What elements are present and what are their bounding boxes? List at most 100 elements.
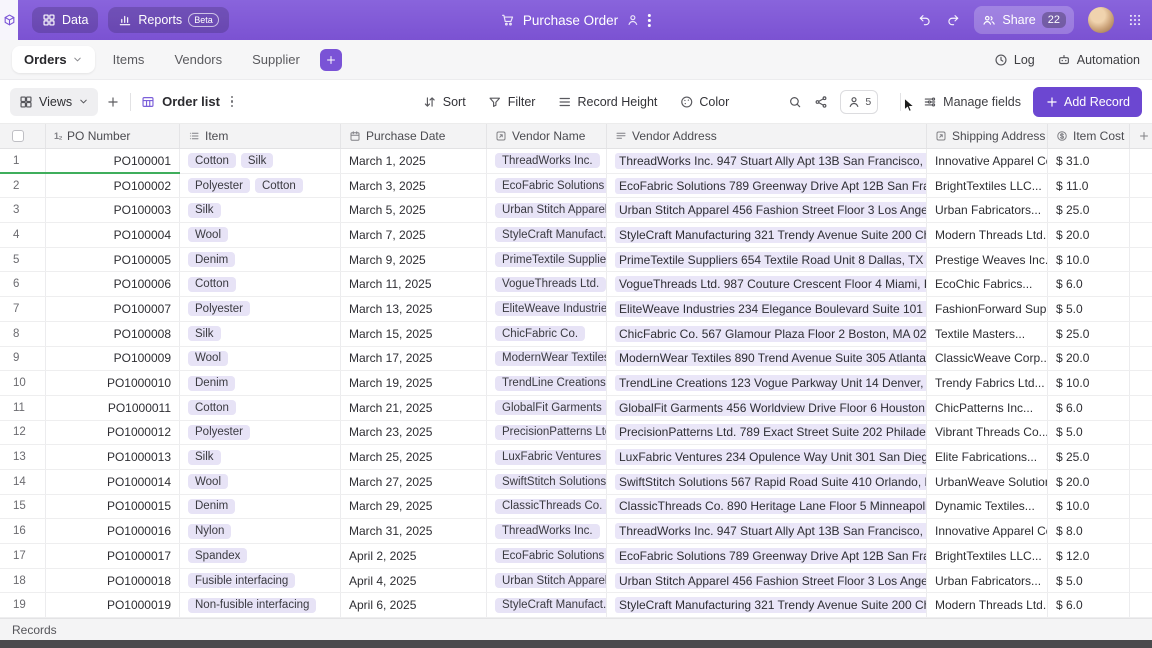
cell-vendor-name[interactable]: TrendLine Creations [487,371,607,395]
row-number[interactable]: 1 [0,149,46,173]
cell-vendor-name[interactable]: PrimeTextile Suppliers [487,248,607,272]
cell-purchase-date[interactable]: April 4, 2025 [341,569,487,593]
cell-item-cost[interactable]: $ 10.0 [1048,248,1130,272]
cell-po-number[interactable]: PO100008 [46,322,180,346]
add-field-button[interactable] [1130,124,1152,148]
user-avatar[interactable] [1088,7,1114,33]
tab-orders[interactable]: Orders [12,46,95,73]
cell-shipping-address[interactable]: Textile Masters... [927,322,1048,346]
cell-vendor-address[interactable]: EliteWeave Industries 234 Elegance Boule… [607,297,927,321]
color-button[interactable]: Color [670,88,738,116]
cell-shipping-address[interactable]: Innovative Apparel Co... [927,149,1048,173]
cell-item-cost[interactable]: $ 25.0 [1048,322,1130,346]
cell-vendor-address[interactable]: ModernWear Textiles 890 Trend Avenue Sui… [607,347,927,371]
cell-vendor-name[interactable]: Urban Stitch Apparel [487,569,607,593]
cell-item[interactable]: Denim [180,248,341,272]
add-view-button[interactable] [106,95,120,109]
cell-vendor-address[interactable]: StyleCraft Manufacturing 321 Trendy Aven… [607,223,927,247]
cell-item[interactable]: PolyesterCotton [180,174,341,198]
cell-vendor-address[interactable]: VogueThreads Ltd. 987 Couture Crescent F… [607,272,927,296]
add-table-button[interactable] [320,49,342,71]
cell-purchase-date[interactable]: March 29, 2025 [341,495,487,519]
cell-po-number[interactable]: PO1000011 [46,396,180,420]
row-number[interactable]: 15 [0,495,46,519]
cell-item-cost[interactable]: $ 25.0 [1048,198,1130,222]
cell-item[interactable]: Fusible interfacing [180,569,341,593]
app-logo[interactable] [0,0,18,40]
column-header-po-number[interactable]: 1₂PO Number [46,124,180,148]
cell-vendor-name[interactable]: EcoFabric Solutions [487,174,607,198]
log-button[interactable]: Log [994,53,1035,67]
cell-vendor-address[interactable]: SwiftStitch Solutions 567 Rapid Road Sui… [607,470,927,494]
cell-shipping-address[interactable]: FashionForward Supply... [927,297,1048,321]
row-number[interactable]: 3 [0,198,46,222]
redo-button[interactable] [946,13,960,27]
cell-vendor-name[interactable]: ModernWear Textiles [487,347,607,371]
cell-po-number[interactable]: PO100006 [46,272,180,296]
cell-item-cost[interactable]: $ 20.0 [1048,470,1130,494]
row-number[interactable]: 6 [0,272,46,296]
cell-vendor-name[interactable]: SwiftStitch Solutions [487,470,607,494]
cell-vendor-address[interactable]: ThreadWorks Inc. 947 Stuart Ally Apt 13B… [607,519,927,543]
cell-vendor-name[interactable]: StyleCraft Manufact... [487,593,607,617]
current-view[interactable]: Order list [141,94,233,109]
cell-item[interactable]: Wool [180,470,341,494]
row-number[interactable]: 16 [0,519,46,543]
row-number[interactable]: 10 [0,371,46,395]
cell-shipping-address[interactable]: Urban Fabricators... [927,198,1048,222]
column-header-item[interactable]: Item [180,124,341,148]
cell-purchase-date[interactable]: March 15, 2025 [341,322,487,346]
row-number[interactable]: 13 [0,445,46,469]
views-button[interactable]: Views [10,88,98,116]
cell-po-number[interactable]: PO1000018 [46,569,180,593]
sort-button[interactable]: Sort [414,88,475,116]
cell-vendor-address[interactable]: StyleCraft Manufacturing 321 Trendy Aven… [607,593,927,617]
cell-item-cost[interactable]: $ 5.0 [1048,569,1130,593]
cell-vendor-name[interactable]: LuxFabric Ventures [487,445,607,469]
cell-item[interactable]: Nylon [180,519,341,543]
cell-vendor-address[interactable]: ThreadWorks Inc. 947 Stuart Ally Apt 13B… [607,149,927,173]
row-number[interactable]: 9 [0,347,46,371]
cell-vendor-address[interactable]: GlobalFit Garments 456 Worldview Drive F… [607,396,927,420]
cell-item[interactable]: Cotton [180,396,341,420]
cell-po-number[interactable]: PO1000014 [46,470,180,494]
cell-purchase-date[interactable]: March 23, 2025 [341,421,487,445]
cell-vendor-address[interactable]: LuxFabric Ventures 234 Opulence Way Unit… [607,445,927,469]
cell-item-cost[interactable]: $ 8.0 [1048,519,1130,543]
search-button[interactable] [788,95,802,109]
cell-purchase-date[interactable]: March 31, 2025 [341,519,487,543]
cell-po-number[interactable]: PO1000017 [46,544,180,568]
cell-item[interactable]: Cotton [180,272,341,296]
cell-purchase-date[interactable]: March 19, 2025 [341,371,487,395]
cell-vendor-name[interactable]: ChicFabric Co. [487,322,607,346]
cell-vendor-name[interactable]: PrecisionPatterns Ltd. [487,421,607,445]
reports-button[interactable]: Reports Beta [108,7,228,33]
cell-vendor-name[interactable]: ClassicThreads Co. [487,495,607,519]
share-view-button[interactable] [814,95,828,109]
undo-button[interactable] [918,13,932,27]
cell-purchase-date[interactable]: March 27, 2025 [341,470,487,494]
row-number[interactable]: 11 [0,396,46,420]
cell-vendor-address[interactable]: EcoFabric Solutions 789 Greenway Drive A… [607,544,927,568]
cell-vendor-name[interactable]: Urban Stitch Apparel [487,198,607,222]
cell-item-cost[interactable]: $ 6.0 [1048,396,1130,420]
cell-shipping-address[interactable]: UrbanWeave Solutions... [927,470,1048,494]
share-button[interactable]: Share 22 [974,6,1074,34]
view-menu-kebab-icon[interactable] [231,96,234,108]
cell-item[interactable]: Silk [180,322,341,346]
cell-po-number[interactable]: PO100003 [46,198,180,222]
cell-po-number[interactable]: PO1000013 [46,445,180,469]
cell-vendor-address[interactable]: ClassicThreads Co. 890 Heritage Lane Flo… [607,495,927,519]
cell-vendor-address[interactable]: Urban Stitch Apparel 456 Fashion Street … [607,198,927,222]
cell-po-number[interactable]: PO100007 [46,297,180,321]
cell-item-cost[interactable]: $ 6.0 [1048,272,1130,296]
cell-vendor-name[interactable]: ThreadWorks Inc. [487,149,607,173]
collaborators-button[interactable]: 5 [840,90,878,114]
manage-fields-button[interactable]: Manage fields [923,95,1021,109]
cell-item-cost[interactable]: $ 5.0 [1048,421,1130,445]
cell-po-number[interactable]: PO100004 [46,223,180,247]
cell-shipping-address[interactable]: EcoChic Fabrics... [927,272,1048,296]
cell-vendor-name[interactable]: GlobalFit Garments [487,396,607,420]
cell-shipping-address[interactable]: Modern Threads Ltd... [927,223,1048,247]
cell-item-cost[interactable]: $ 25.0 [1048,445,1130,469]
